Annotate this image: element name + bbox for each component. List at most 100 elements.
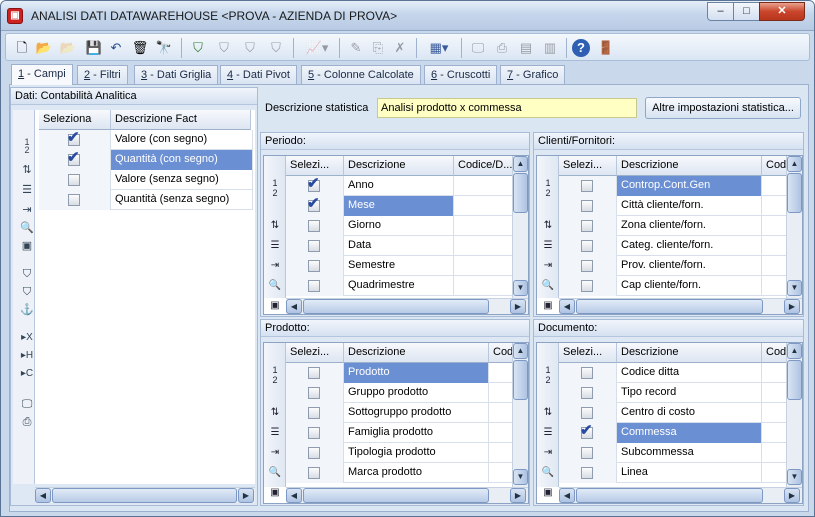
zoom-icon[interactable]: 🔍: [266, 276, 284, 296]
scroll-down-button[interactable]: ▼: [513, 469, 528, 485]
scroll-right-button[interactable]: ▶: [784, 299, 800, 314]
image-icon[interactable]: ▣: [539, 483, 557, 503]
scroll-left-button[interactable]: ◀: [559, 488, 575, 503]
scroll-left-button[interactable]: ◀: [35, 488, 51, 503]
seleziona-cell[interactable]: [286, 463, 344, 483]
sort-icon[interactable]: ⇅: [539, 403, 557, 423]
open-icon[interactable]: 📂: [34, 38, 54, 58]
dimension-row[interactable]: Quadrimestre: [286, 276, 514, 296]
prodotto-horizontal-scrollbar[interactable]: ◀ ▶: [286, 487, 528, 503]
dimension-row[interactable]: Famiglia prodotto: [286, 423, 514, 443]
dimension-row[interactable]: ✔ Mese: [286, 196, 514, 216]
clienti-horizontal-scrollbar[interactable]: ◀ ▶: [559, 298, 802, 314]
scroll-thumb[interactable]: [787, 173, 802, 213]
col-header-descrizione[interactable]: Descrizione: [617, 156, 762, 176]
checkbox-unchecked[interactable]: [68, 194, 80, 206]
seleziona-cell[interactable]: ✔: [39, 130, 111, 150]
dimension-row[interactable]: Controp.Cont.Gen: [559, 176, 788, 196]
scroll-thumb[interactable]: [303, 299, 489, 314]
checkbox-unchecked[interactable]: [581, 240, 593, 252]
altre-impostazioni-button[interactable]: Altre impostazioni statistica...: [645, 97, 801, 119]
checkbox-unchecked[interactable]: [581, 200, 593, 212]
col-header-seleziona[interactable]: Selezi...: [286, 343, 344, 363]
image-icon[interactable]: ▣: [19, 238, 35, 254]
dimension-row[interactable]: Centro di costo: [559, 403, 788, 423]
import-icon[interactable]: ▥: [540, 38, 560, 58]
filter-remove-icon[interactable]: ⛉: [240, 38, 260, 58]
checkbox-checked[interactable]: ✔: [67, 150, 80, 166]
seleziona-cell[interactable]: [286, 443, 344, 463]
find-icon[interactable]: 🔭: [154, 38, 174, 58]
fact-row[interactable]: Valore (senza segno): [39, 170, 253, 190]
dimension-row[interactable]: Semestre: [286, 256, 514, 276]
list-icon[interactable]: ☰: [539, 423, 557, 443]
filter-edit-icon[interactable]: ⛉: [214, 38, 234, 58]
sort-icon[interactable]: ⇅: [19, 162, 35, 178]
scroll-thumb[interactable]: [576, 299, 763, 314]
zoom-icon[interactable]: 🔍: [539, 276, 557, 296]
scroll-thumb[interactable]: [576, 488, 763, 503]
seleziona-cell[interactable]: [559, 256, 617, 276]
close-button[interactable]: ✕: [759, 2, 805, 21]
seleziona-cell[interactable]: [559, 383, 617, 403]
seleziona-cell[interactable]: [559, 216, 617, 236]
col-header-descrizione[interactable]: Descrizione: [617, 343, 762, 363]
dimension-row[interactable]: Subcommessa: [559, 443, 788, 463]
dimension-row[interactable]: Data: [286, 236, 514, 256]
seleziona-cell[interactable]: [286, 236, 344, 256]
col-header-codice[interactable]: Codi: [489, 343, 514, 363]
checkbox-unchecked[interactable]: [581, 387, 593, 399]
sort-icon[interactable]: ⇅: [266, 216, 284, 236]
checkbox-checked[interactable]: ✔: [580, 423, 593, 439]
col-header-codice[interactable]: Codi: [762, 156, 788, 176]
sort-icon[interactable]: ⇅: [266, 403, 284, 423]
image-icon[interactable]: ▣: [266, 483, 284, 503]
export-icon[interactable]: ▤: [516, 38, 536, 58]
col-header-codice[interactable]: Codi: [762, 343, 788, 363]
scroll-right-button[interactable]: ▶: [784, 488, 800, 503]
checkbox-unchecked[interactable]: [308, 220, 320, 232]
periodo-horizontal-scrollbar[interactable]: ◀ ▶: [286, 298, 528, 314]
delete-icon[interactable]: 🗑: [130, 38, 150, 58]
seleziona-cell[interactable]: ✔: [39, 150, 111, 170]
checkbox-checked[interactable]: ✔: [307, 176, 320, 192]
tab-colonne-calcolate[interactable]: 5 - Colonne Calcolate: [301, 65, 421, 84]
scroll-thumb[interactable]: [513, 360, 528, 400]
scroll-thumb[interactable]: [303, 488, 489, 503]
dimension-row[interactable]: ✔ Commessa: [559, 423, 788, 443]
checkbox-unchecked[interactable]: [581, 260, 593, 272]
dimension-row[interactable]: Tipo record: [559, 383, 788, 403]
dimension-row[interactable]: Zona cliente/forn.: [559, 216, 788, 236]
scroll-thumb[interactable]: [513, 173, 528, 213]
dimension-row[interactable]: Codice ditta: [559, 363, 788, 383]
documento-horizontal-scrollbar[interactable]: ◀ ▶: [559, 487, 802, 503]
move-icon[interactable]: ⇥: [539, 443, 557, 463]
seleziona-cell[interactable]: [559, 463, 617, 483]
seleziona-cell[interactable]: [286, 403, 344, 423]
zoom-icon[interactable]: 🔍: [19, 220, 35, 236]
move-icon[interactable]: ⇥: [266, 256, 284, 276]
sort-icon[interactable]: ⇅: [539, 216, 557, 236]
remove-x-icon[interactable]: ▸X: [19, 330, 35, 346]
checkbox-unchecked[interactable]: [308, 367, 320, 379]
checkbox-unchecked[interactable]: [581, 180, 593, 192]
move-icon[interactable]: ⇥: [266, 443, 284, 463]
anchor-icon[interactable]: ⚓: [19, 302, 35, 318]
checkbox-unchecked[interactable]: [308, 447, 320, 459]
col-header-seleziona[interactable]: Selezi...: [286, 156, 344, 176]
descrizione-input[interactable]: [377, 98, 637, 118]
seleziona-cell[interactable]: [559, 276, 617, 296]
checkbox-unchecked[interactable]: [308, 260, 320, 272]
dimension-row[interactable]: Prodotto: [286, 363, 514, 383]
checkbox-unchecked[interactable]: [581, 280, 593, 292]
documento-vertical-scrollbar[interactable]: ▲ ▼: [786, 343, 802, 487]
scroll-left-button[interactable]: ◀: [559, 299, 575, 314]
col-header-codice[interactable]: Codice/D...: [454, 156, 514, 176]
title-bar[interactable]: ▣ ANALISI DATI DATAWAREHOUSE <PROVA - AZ…: [1, 1, 814, 31]
undo-icon[interactable]: ↶: [106, 38, 126, 58]
scroll-up-button[interactable]: ▲: [787, 343, 802, 359]
monitor-icon[interactable]: 🖵: [468, 38, 488, 58]
checkbox-unchecked[interactable]: [308, 387, 320, 399]
move-icon[interactable]: ⇥: [19, 202, 35, 218]
scroll-up-button[interactable]: ▲: [513, 343, 528, 359]
